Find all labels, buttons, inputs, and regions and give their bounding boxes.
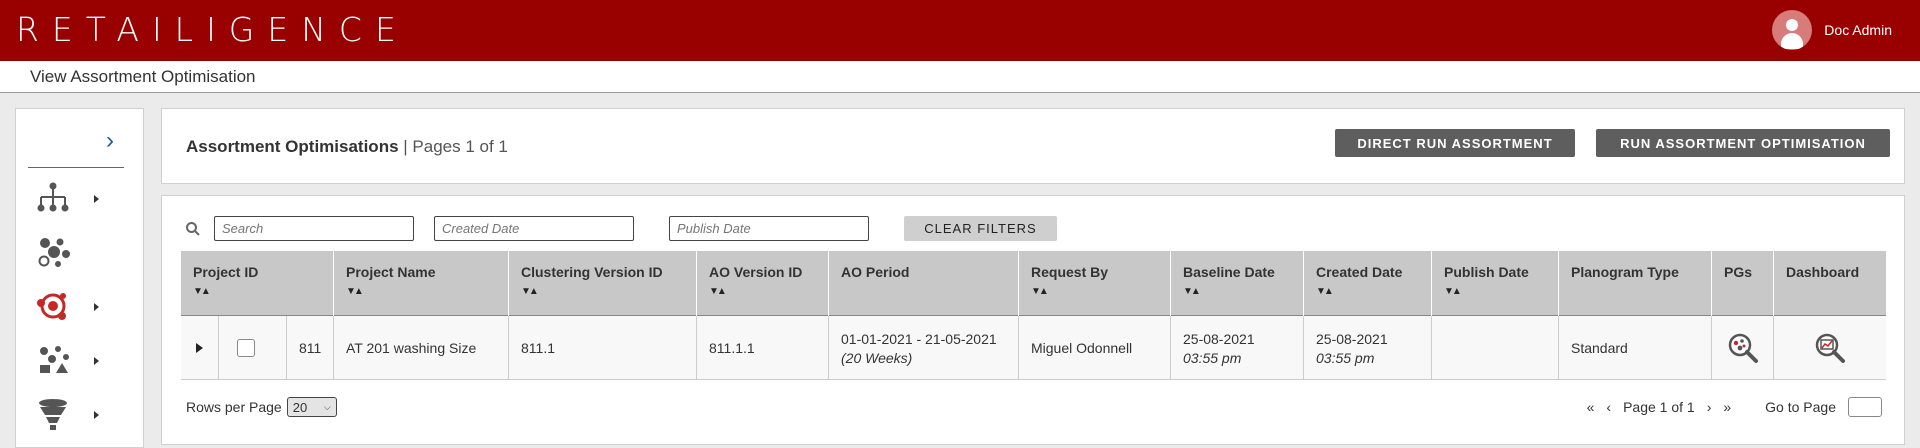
ao-table: Project ID ▼▲ Project Name ▼▲ Clustering V… [181,251,1886,380]
avatar[interactable] [1772,10,1813,50]
panel-title-text: Assortment Optimisations [186,137,399,156]
column-header-project-name[interactable]: Project Name ▼▲ [334,251,509,316]
sort-icon[interactable]: ▼▲ [1316,286,1431,297]
column-header-planogram-type: Planogram Type [1559,251,1712,316]
column-header-clustering-version-id[interactable]: Clustering Version ID ▼▲ [509,251,697,316]
rows-per-page-label: Rows per Page [186,399,282,415]
user-name[interactable]: Doc Admin [1824,22,1892,38]
sort-icon[interactable]: ▼▲ [346,286,508,297]
cell-ao-period: 01-01-2021 - 21-05-2021 (20 Weeks) [829,316,1019,380]
cell-project-id: 811 [287,316,334,380]
last-page-icon[interactable]: » [1723,399,1731,415]
sort-icon[interactable]: ▼▲ [709,286,828,297]
submenu-caret-icon [94,411,99,419]
table-header: Project ID ▼▲ Project Name ▼▲ Clustering V… [181,251,1886,316]
direct-run-assortment-button[interactable]: DIRECT RUN ASSORTMENT [1335,129,1575,157]
top-bar: RETAILIGENCE Doc Admin [0,0,1920,61]
publish-date-input[interactable] [669,216,869,241]
column-header-project-id[interactable]: Project ID ▼▲ [181,251,334,316]
header-panel: Assortment Optimisations | Pages 1 of 1 … [161,108,1905,184]
assortment-optimisation-icon [37,293,66,320]
chevron-down-icon: ⌵ [323,401,331,412]
row-expand-cell[interactable] [181,316,219,380]
clear-filters-button[interactable]: CLEAR FILTERS [904,216,1057,241]
sidebar-item-assortment-optimisation[interactable] [36,289,106,329]
rows-per-page: Rows per Page 20 ⌵ [186,397,337,417]
brand-logo: RETAILIGENCE [16,10,409,49]
sidebar-divider [28,167,124,168]
column-header-dashboard: Dashboard [1786,264,1860,280]
cell-dashboard[interactable] [1774,316,1886,380]
row-select-cell[interactable] [219,316,287,380]
rows-per-page-select[interactable]: 20 ⌵ [286,397,337,417]
sidebar-expand-chevron-icon[interactable]: › [106,129,114,153]
column-header-created-date[interactable]: Created Date ▼▲ [1304,251,1432,316]
submenu-caret-icon [94,357,99,365]
column-header-baseline-date[interactable]: Baseline Date ▼▲ [1171,251,1304,316]
search-icon [186,222,200,236]
page-indicator: Page 1 of 1 [1623,399,1695,415]
cell-pgs[interactable] [1712,316,1774,380]
column-header-publish-date[interactable]: Publish Date ▼▲ [1432,251,1559,316]
cell-publish-date [1432,316,1559,380]
page-count: | Pages 1 of 1 [403,137,508,156]
dashboard-magnifier-icon[interactable] [1814,332,1846,364]
column-header-pgs: PGs [1712,251,1774,316]
run-assortment-optimisation-button[interactable]: RUN ASSORTMENT OPTIMISATION [1596,129,1890,157]
panel-title: Assortment Optimisations | Pages 1 of 1 [186,137,508,157]
hierarchy-icon [37,182,69,212]
column-header-request-by[interactable]: Request By ▼▲ [1019,251,1171,316]
go-to-page-input[interactable] [1848,397,1882,417]
page-subheader: View Assortment Optimisation [0,61,1920,93]
page-title: View Assortment Optimisation [30,67,256,86]
prev-page-icon[interactable]: ‹ [1606,399,1611,415]
user-menu[interactable]: Doc Admin [1772,10,1892,50]
pagination: « ‹ Page 1 of 1 › » Go to Page [1581,397,1882,417]
funnel-icon [39,399,67,430]
first-page-icon[interactable]: « [1587,399,1595,415]
sort-icon[interactable]: ▼▲ [1031,286,1170,297]
sidebar-item-clustering[interactable] [36,235,106,275]
go-to-page-label: Go to Page [1765,399,1836,415]
sort-icon[interactable]: ▼▲ [1183,286,1303,297]
clustering-icon [38,238,70,267]
sidebar: › [15,108,144,448]
pgs-magnifier-icon[interactable] [1727,332,1759,364]
cell-planogram-type: Standard [1559,316,1712,380]
cell-project-name: AT 201 washing Size [334,316,509,380]
expand-caret-icon[interactable] [196,343,203,353]
cell-baseline-date: 25-08-2021 03:55 pm [1171,316,1304,380]
space-planning-icon [40,346,69,373]
sidebar-item-space-planning[interactable] [36,343,106,383]
search-input[interactable] [214,216,414,241]
main-panel: CLEAR FILTERS Project ID▼▲ Project Name▼… [161,195,1905,445]
cell-clustering-version-id: 811.1 [509,316,697,380]
submenu-caret-icon [94,195,99,203]
cell-created-date: 25-08-2021 03:55 pm [1304,316,1432,380]
column-header-ao-period: AO Period [829,251,1019,316]
sort-icon[interactable]: ▼▲ [1444,286,1558,297]
row-checkbox[interactable] [237,339,255,357]
cell-request-by: Miguel Odonnell [1019,316,1171,380]
sort-icon[interactable]: ▼▲ [193,286,333,297]
sidebar-item-hierarchy[interactable] [36,181,106,221]
column-header-ao-version-id[interactable]: AO Version ID ▼▲ [697,251,829,316]
cell-ao-version-id: 811.1.1 [697,316,829,380]
created-date-input[interactable] [434,216,634,241]
sort-icon[interactable]: ▼▲ [521,286,696,297]
submenu-caret-icon [94,303,99,311]
sidebar-item-funnel[interactable] [36,397,106,437]
table-row[interactable]: 811 AT 201 washing Size 811.1 811.1.1 01… [181,316,1886,380]
next-page-icon[interactable]: › [1707,399,1712,415]
